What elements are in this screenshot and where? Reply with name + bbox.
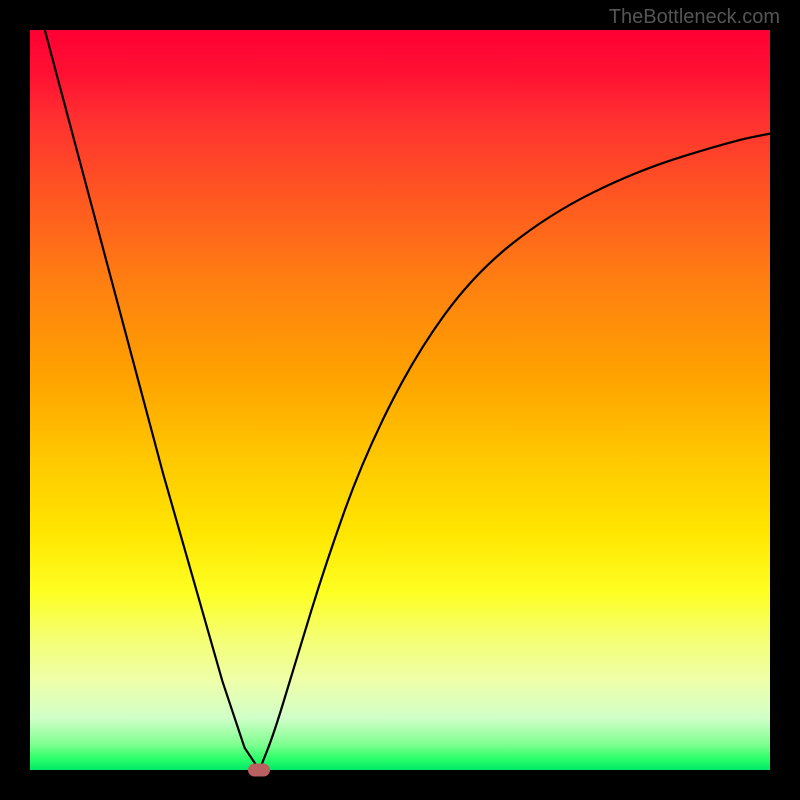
plot-area: [30, 30, 770, 770]
watermark-text: TheBottleneck.com: [609, 6, 780, 29]
minimum-marker: [248, 764, 270, 777]
curve-svg: [30, 30, 770, 770]
bottleneck-curve: [45, 30, 770, 770]
